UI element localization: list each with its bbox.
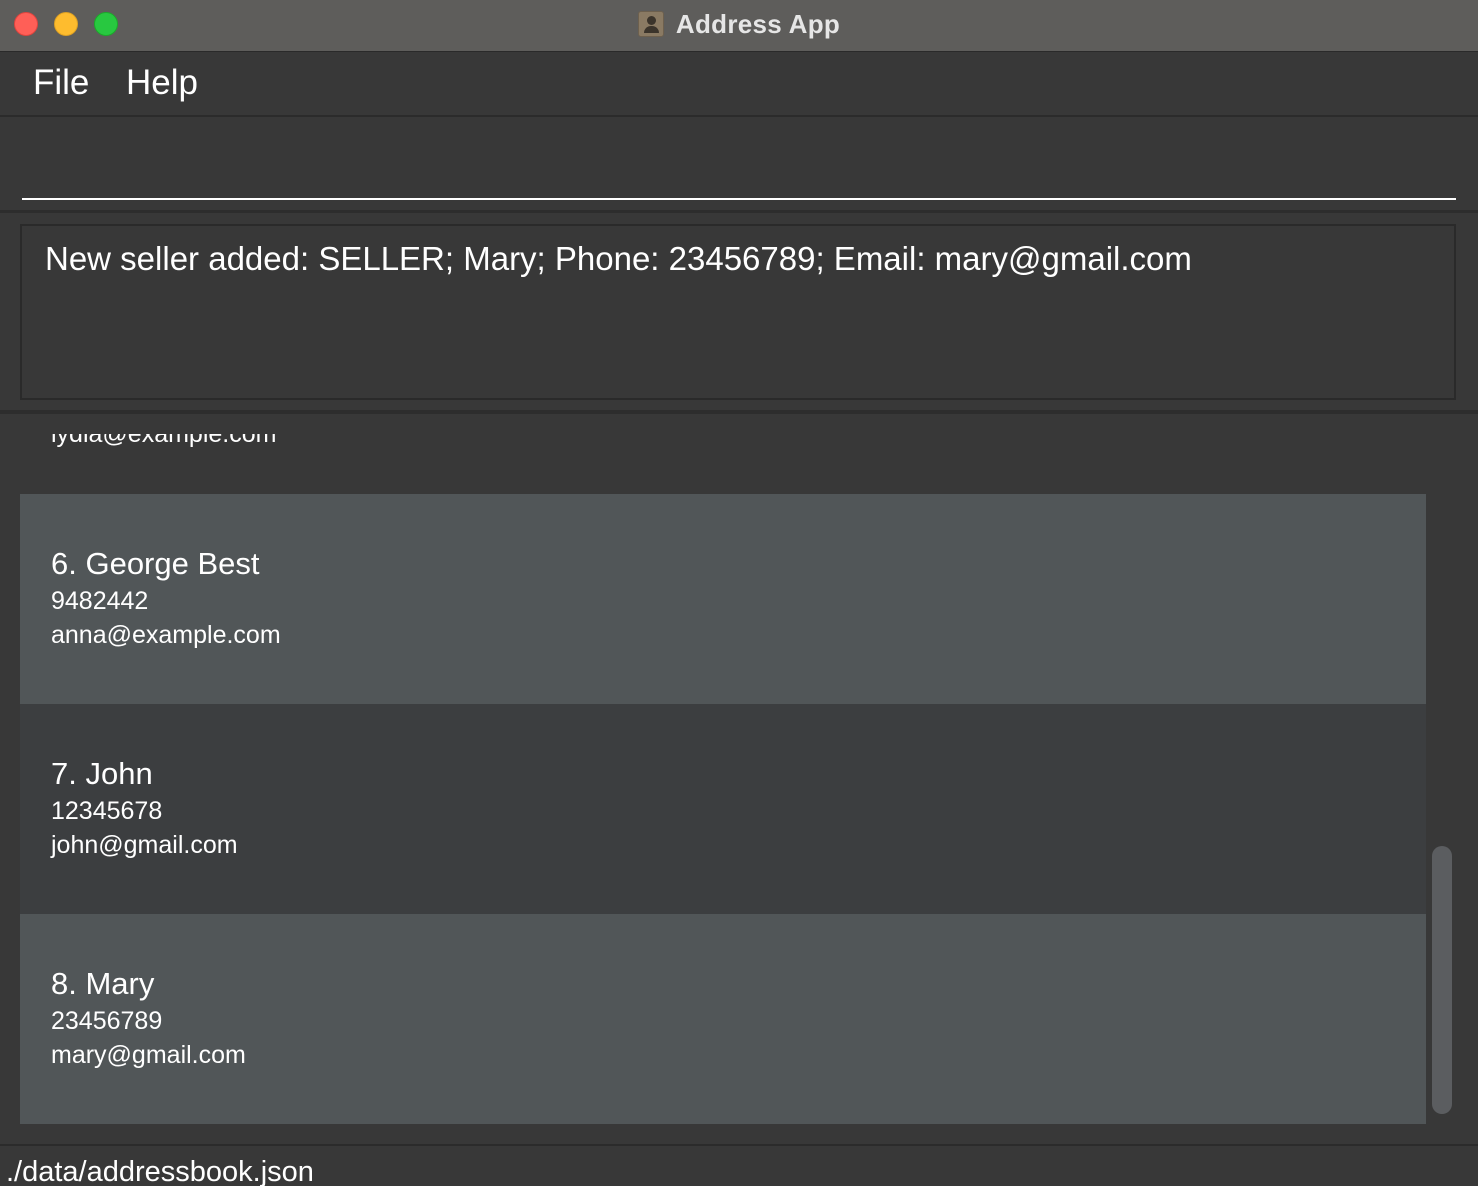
person-card[interactable]: 7. John 12345678 john@gmail.com: [20, 704, 1426, 914]
address-book-icon: [637, 11, 664, 37]
menu-file[interactable]: File: [33, 63, 89, 103]
person-name: 8. Mary: [51, 966, 155, 1001]
person-phone: 9482442: [51, 587, 149, 615]
person-name: 6. George Best: [51, 546, 260, 581]
person-list-panel: lydia@example.com 6. George Best 9482442…: [0, 414, 1478, 1144]
person-email: mary@gmail.com: [51, 1041, 246, 1069]
person-list[interactable]: lydia@example.com 6. George Best 9482442…: [20, 434, 1426, 1124]
person-phone: 12345678: [51, 797, 163, 825]
person-phone: 23456789: [51, 1007, 163, 1035]
result-display: New seller added: SELLER; Mary; Phone: 2…: [20, 224, 1456, 400]
person-email: anna@example.com: [51, 621, 281, 649]
menu-bar: File Help: [0, 53, 1478, 117]
person-name: 7. John: [51, 756, 153, 791]
person-email: john@gmail.com: [51, 831, 238, 859]
person-card-partial[interactable]: lydia@example.com: [20, 434, 1426, 494]
title-bar[interactable]: Address App: [0, 0, 1478, 52]
list-scrollbar[interactable]: [1430, 434, 1454, 1124]
person-card[interactable]: 6. George Best 9482442 anna@example.com: [20, 494, 1426, 704]
window-title: Address App: [675, 8, 841, 39]
app-window: Address App File Help New seller added: …: [0, 0, 1478, 1186]
status-bar: ./data/addressbook.json: [0, 1144, 1478, 1186]
result-display-panel: New seller added: SELLER; Mary; Phone: 2…: [0, 214, 1478, 410]
command-input[interactable]: [22, 130, 1456, 200]
title-group: Address App: [0, 0, 1478, 48]
list-scrollbar-thumb[interactable]: [1432, 846, 1452, 1114]
person-email: lydia@example.com: [51, 434, 277, 448]
command-box: [0, 118, 1478, 213]
save-file-path: ./data/addressbook.json: [6, 1156, 314, 1186]
person-card[interactable]: 8. Mary 23456789 mary@gmail.com: [20, 914, 1426, 1124]
menu-help[interactable]: Help: [126, 63, 198, 103]
